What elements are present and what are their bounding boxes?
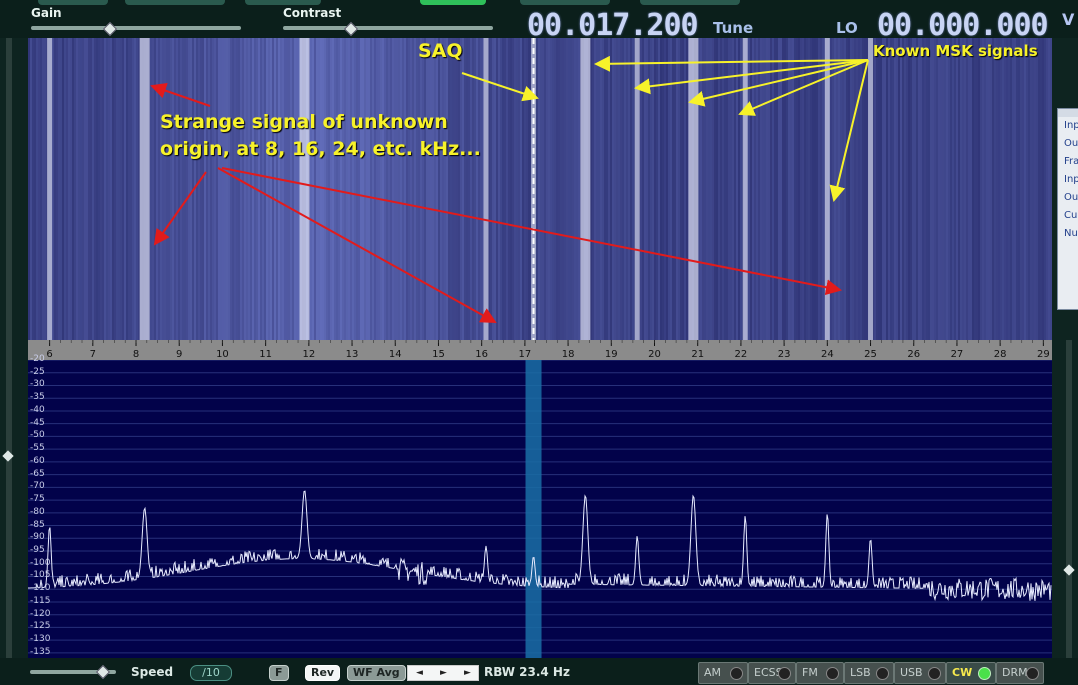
mode-led-icon: [876, 667, 889, 680]
mode-button-label: FM: [802, 666, 818, 679]
strange-signal-arrow: [217, 167, 497, 323]
info-row: Nu: [1064, 228, 1078, 239]
mode-led-icon: [1026, 667, 1039, 680]
mode-led-icon: [978, 667, 991, 680]
mode-button-cw[interactable]: CW: [946, 662, 996, 684]
info-row: Inp: [1064, 120, 1078, 131]
info-panel-header: [1058, 109, 1078, 117]
step-right-icon[interactable]: ►: [464, 666, 471, 680]
mode-button-label: DRM: [1002, 666, 1028, 679]
mode-led-icon: [928, 667, 941, 680]
strange-signal-arrow: [153, 171, 207, 246]
msk-arrow: [594, 55, 869, 72]
rbw-readout: RBW 23.4 Hz: [484, 665, 570, 679]
strange-signal-arrow: [221, 167, 842, 296]
mode-led-icon: [778, 667, 791, 680]
mode-led-icon: [826, 667, 839, 680]
mode-button-fm[interactable]: FM: [796, 662, 844, 684]
mode-led-icon: [730, 667, 743, 680]
strange-signal-annotation-line1: Strange signal of unknown: [160, 111, 448, 133]
mode-button-label: USB: [900, 666, 923, 679]
annotation-arrows: [150, 55, 869, 323]
info-panel: Inp Ou Fra Inp Ou Cu Nu: [1057, 108, 1078, 310]
strange-signal-annotation-line2: origin, at 8, 16, 24, etc. kHz...: [160, 138, 481, 160]
mode-button-am[interactable]: AM: [698, 662, 748, 684]
step-left-icon[interactable]: ◄: [416, 666, 423, 680]
info-row: Inp: [1064, 174, 1078, 185]
mode-button-drm[interactable]: DRM: [996, 662, 1044, 684]
step-mid-icon[interactable]: ►: [440, 666, 447, 680]
speed-value-field[interactable]: /10: [190, 665, 232, 681]
mode-button-label: LSB: [850, 666, 871, 679]
mode-button-label: CW: [952, 666, 973, 679]
saq-arrow: [461, 72, 539, 102]
wf-avg-button[interactable]: WF Avg: [347, 665, 406, 681]
mode-button-usb[interactable]: USB: [894, 662, 946, 684]
saq-annotation: SAQ: [418, 40, 463, 62]
info-row: Ou: [1064, 138, 1078, 149]
msk-arrow: [688, 59, 869, 107]
f-button[interactable]: F: [269, 665, 289, 681]
info-row: Fra: [1064, 156, 1078, 167]
msk-arrow: [829, 59, 869, 202]
known-msk-annotation: Known MSK signals: [873, 42, 1038, 60]
info-row: Cu: [1064, 210, 1078, 221]
mode-button-lsb[interactable]: LSB: [844, 662, 894, 684]
mode-button-ecss[interactable]: ECSS: [748, 662, 796, 684]
rev-button[interactable]: Rev: [305, 665, 341, 681]
step-navigator[interactable]: ◄ ► ►: [407, 665, 479, 681]
speed-label: Speed: [131, 665, 174, 679]
mode-button-label: AM: [704, 666, 722, 679]
info-row: Ou: [1064, 192, 1078, 203]
strange-signal-arrow: [150, 83, 211, 107]
